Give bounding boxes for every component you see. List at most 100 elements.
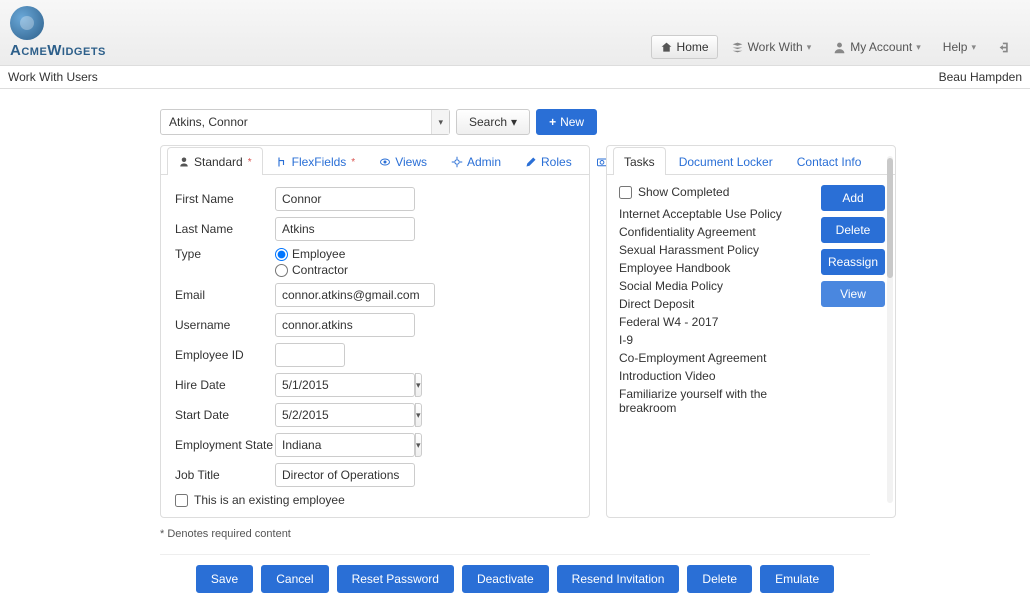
nav-work-with-label: Work With [748,40,803,54]
emulate-button[interactable]: Emulate [760,565,834,593]
task-item[interactable]: Confidentiality Agreement [619,223,811,241]
task-action-buttons: Add Delete Reassign View [821,185,885,415]
last-name-input[interactable] [275,217,415,241]
employee-id-input[interactable] [275,343,345,367]
nav-home-button[interactable]: Home [651,35,718,59]
existing-employee-label: This is an existing employee [194,493,345,507]
type-employee-radio[interactable] [275,248,288,261]
search-button[interactable]: Search ▾ [456,109,530,135]
hire-date-label: Hire Date [175,378,275,392]
home-icon [660,41,673,54]
deactivate-button[interactable]: Deactivate [462,565,549,593]
tab-admin-label: Admin [467,155,501,169]
email-input[interactable] [275,283,435,307]
form-body: First Name Last Name Type Employee Contr… [161,175,589,517]
type-contractor-option[interactable]: Contractor [275,263,375,277]
show-completed-label: Show Completed [638,185,729,199]
nav-work-with-button[interactable]: Work With ▾ [722,35,821,59]
reset-password-button[interactable]: Reset Password [337,565,454,593]
eye-icon [379,156,391,168]
app-header: AcmeWidgets Home Work With ▾ My Account … [0,0,1030,66]
tab-views-label: Views [395,155,427,169]
show-completed-checkbox[interactable] [619,186,632,199]
user-icon [833,41,846,54]
task-item[interactable]: Introduction Video [619,367,811,385]
pencil-icon [525,156,537,168]
task-item[interactable]: Co-Employment Agreement [619,349,811,367]
start-date-toggle[interactable]: ▾ [415,403,422,427]
start-date-input[interactable] [275,403,415,427]
username-input[interactable] [275,313,415,337]
task-delete-button[interactable]: Delete [821,217,885,243]
show-completed-option[interactable]: Show Completed [619,185,811,205]
delete-button[interactable]: Delete [687,565,752,593]
job-title-input[interactable] [275,463,415,487]
task-item[interactable]: Familiarize yourself with the breakroom [619,385,811,415]
brand-logo-icon [10,6,44,40]
tab-roles[interactable]: Roles [514,147,583,175]
task-item[interactable]: Employee Handbook [619,259,811,277]
task-list: Internet Acceptable Use PolicyConfidenti… [619,205,811,415]
tab-standard-label: Standard [194,155,243,169]
task-scrollbar-thumb[interactable] [887,158,893,278]
tab-views[interactable]: Views [368,147,438,175]
nav-help-label: Help [943,40,968,54]
user-select-dropdown[interactable]: Atkins, Connor ▾ [160,109,450,135]
type-employee-option[interactable]: Employee [275,247,375,261]
brand-name: AcmeWidgets [10,42,106,59]
tasks-panel: Tasks Document Locker Contact Info Show … [606,145,896,518]
email-label: Email [175,288,275,302]
top-nav: Home Work With ▾ My Account ▾ Help ▾ [651,35,1020,59]
existing-employee-option[interactable]: This is an existing employee [175,493,575,507]
nav-logout-button[interactable] [989,36,1020,59]
nav-help-button[interactable]: Help ▾ [934,35,985,59]
tab-document-locker[interactable]: Document Locker [668,147,784,175]
user-select-value: Atkins, Connor [169,115,248,129]
employment-state-input[interactable] [275,433,415,457]
start-date-label: Start Date [175,408,275,422]
hire-date-toggle[interactable]: ▾ [415,373,422,397]
subheader: Work With Users Beau Hampden [0,66,1030,89]
task-scrollbar[interactable] [887,156,893,503]
tab-contact-info[interactable]: Contact Info [786,147,873,175]
current-user-name: Beau Hampden [939,70,1022,84]
user-filter-row: Atkins, Connor ▾ Search ▾ + New [160,109,1010,135]
task-item[interactable]: Social Media Policy [619,277,811,295]
left-tabs: Standard* FlexFields* Views Admin Roles [161,146,589,175]
tab-tasks[interactable]: Tasks [613,147,666,175]
tab-contact-info-label: Contact Info [797,155,862,169]
task-item[interactable]: Sexual Harassment Policy [619,241,811,259]
main-area: Atkins, Connor ▾ Search ▾ + New Standard… [0,89,1030,615]
first-name-input[interactable] [275,187,415,211]
nav-home-label: Home [677,40,709,54]
new-button[interactable]: + New [536,109,597,135]
task-reassign-button[interactable]: Reassign [821,249,885,275]
hire-date-input[interactable] [275,373,415,397]
task-item[interactable]: Internet Acceptable Use Policy [619,205,811,223]
employment-state-toggle[interactable]: ▾ [415,433,422,457]
user-form-panel: Standard* FlexFields* Views Admin Roles [160,145,590,518]
cancel-button[interactable]: Cancel [261,565,328,593]
existing-employee-checkbox[interactable] [175,494,188,507]
logout-icon [998,41,1011,54]
brand-block: AcmeWidgets [10,6,106,59]
task-item[interactable]: I-9 [619,331,811,349]
resend-invitation-button[interactable]: Resend Invitation [557,565,680,593]
task-item[interactable]: Direct Deposit [619,295,811,313]
tab-flexfields[interactable]: FlexFields* [265,147,367,175]
tab-roles-label: Roles [541,155,572,169]
tab-standard[interactable]: Standard* [167,147,263,175]
save-button[interactable]: Save [196,565,253,593]
type-contractor-radio[interactable] [275,264,288,277]
nav-my-account-button[interactable]: My Account ▾ [824,35,930,59]
tab-document-locker-label: Document Locker [679,155,773,169]
chevron-down-icon: ▾ [511,115,517,129]
person-icon [178,156,190,168]
employee-id-label: Employee ID [175,348,275,362]
task-add-button[interactable]: Add [821,185,885,211]
new-button-label: New [560,115,584,129]
task-item[interactable]: Federal W4 - 2017 [619,313,811,331]
tab-admin[interactable]: Admin [440,147,512,175]
task-view-button[interactable]: View [821,281,885,307]
required-note: * Denotes required content [160,528,1010,540]
